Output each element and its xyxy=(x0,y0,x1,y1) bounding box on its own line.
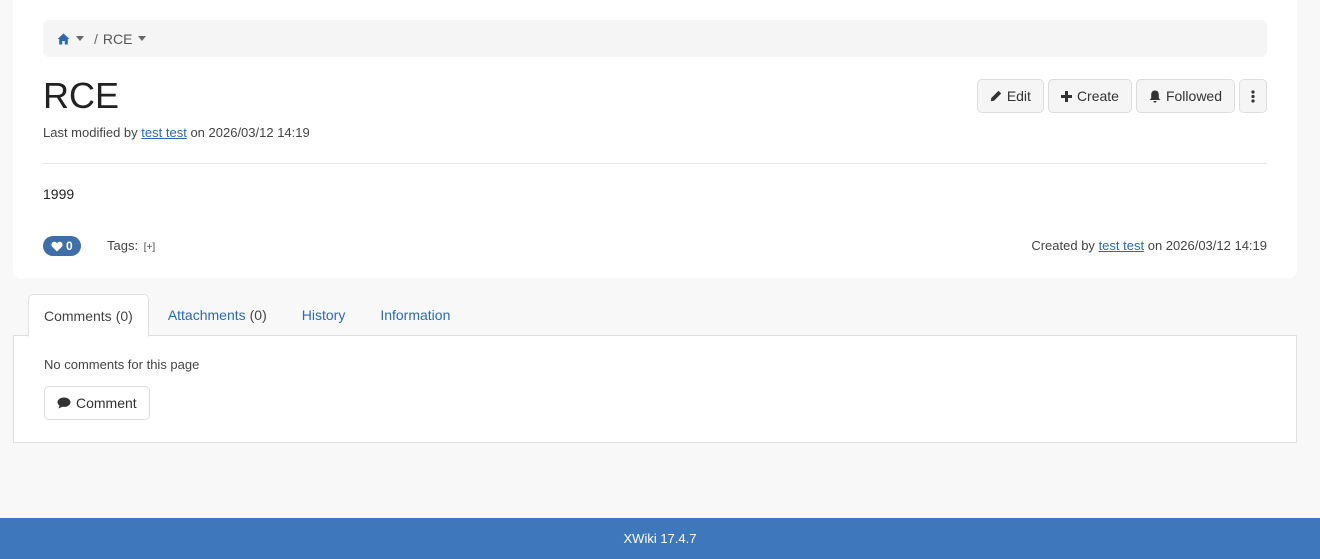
footer: XWiki 17.4.7 xyxy=(0,518,1320,559)
followed-button[interactable]: Followed xyxy=(1135,79,1235,113)
tab-information[interactable]: Information xyxy=(364,294,466,336)
edit-button[interactable]: Edit xyxy=(976,79,1044,113)
add-tag-link[interactable]: [+] xyxy=(144,242,155,253)
page-card: / RCE RCE Last modified by test test on … xyxy=(13,0,1297,278)
no-comments-message: No comments for this page xyxy=(44,357,200,372)
heart-icon xyxy=(51,241,63,252)
tab-label: Information xyxy=(380,307,451,323)
vertical-ellipsis-icon xyxy=(1251,89,1255,103)
comment-icon xyxy=(57,397,71,409)
created-user-link[interactable]: test test xyxy=(1099,238,1145,253)
edit-button-label: Edit xyxy=(1006,88,1031,104)
breadcrumb-separator: / xyxy=(94,30,98,47)
tab-count: (0) xyxy=(115,307,133,324)
comment-button-label: Comment xyxy=(76,395,137,411)
modified-prefix: Last modified by xyxy=(43,125,138,140)
comments-panel: No comments for this page Comment xyxy=(13,335,1297,443)
tab-count: (0) xyxy=(249,307,267,323)
created-info: Created by test test on 2026/03/12 14:19 xyxy=(1031,238,1267,253)
chevron-down-icon xyxy=(138,36,147,41)
pencil-icon xyxy=(990,90,1002,102)
doc-extra-tabs: Comments (0) Attachments (0) History Inf… xyxy=(28,294,469,337)
created-prefix: Created by xyxy=(1031,238,1095,253)
tab-label: Attachments xyxy=(167,307,246,323)
followed-button-label: Followed xyxy=(1165,88,1222,104)
bell-icon xyxy=(1149,90,1161,103)
like-count: 0 xyxy=(66,239,73,253)
tab-attachments[interactable]: Attachments (0) xyxy=(152,294,283,336)
home-icon xyxy=(57,33,70,44)
create-button[interactable]: Create xyxy=(1047,79,1132,113)
breadcrumb-home[interactable] xyxy=(57,33,84,45)
comment-button[interactable]: Comment xyxy=(44,386,150,420)
breadcrumb: / RCE xyxy=(43,20,1267,57)
like-button[interactable]: 0 xyxy=(43,236,81,256)
breadcrumb-item-rce[interactable]: RCE xyxy=(103,31,147,47)
page-content: 1999 xyxy=(43,186,75,202)
tags-section: Tags: [+] xyxy=(107,238,155,253)
page-actions: Edit Create Followed xyxy=(976,79,1267,113)
create-button-label: Create xyxy=(1076,88,1119,104)
more-actions-button[interactable] xyxy=(1239,79,1267,113)
breadcrumb-item-label: RCE xyxy=(102,30,133,47)
tags-label: Tags: xyxy=(107,238,139,253)
chevron-down-icon xyxy=(76,36,84,41)
tab-history[interactable]: History xyxy=(286,294,362,336)
modified-date: on 2026/03/12 14:19 xyxy=(190,125,310,140)
tab-label: History xyxy=(301,307,346,323)
header-divider xyxy=(43,163,1267,164)
plus-icon xyxy=(1060,90,1072,102)
tab-label: Comments xyxy=(44,307,112,324)
modified-user-link[interactable]: test test xyxy=(141,125,187,140)
created-date: on 2026/03/12 14:19 xyxy=(1147,238,1267,253)
tab-comments[interactable]: Comments (0) xyxy=(28,294,149,337)
page-title: RCE xyxy=(43,75,120,116)
footer-version: XWiki 17.4.7 xyxy=(623,531,697,546)
last-modified-info: Last modified by test test on 2026/03/12… xyxy=(43,125,310,140)
